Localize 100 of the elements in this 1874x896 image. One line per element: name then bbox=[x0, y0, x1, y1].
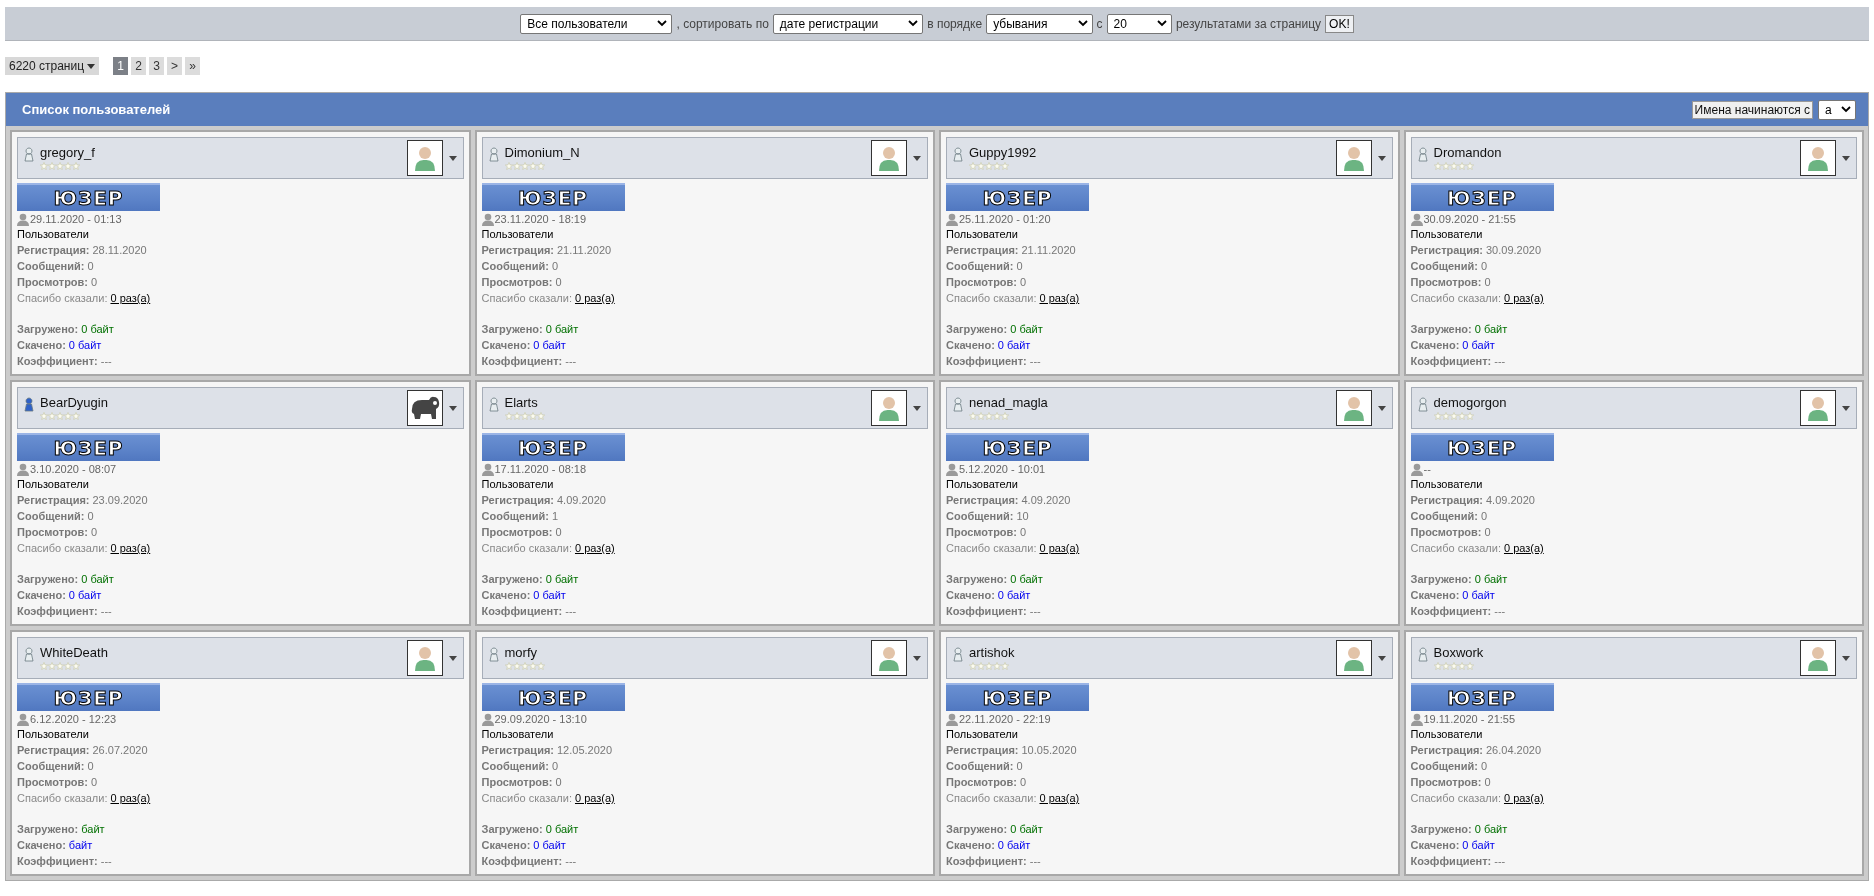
page-link[interactable]: 1 bbox=[113, 57, 129, 75]
caret-icon[interactable] bbox=[1842, 155, 1850, 161]
stat-value: 0 байт bbox=[1462, 839, 1495, 851]
thanks-link[interactable]: 0 раз(а) bbox=[1039, 542, 1080, 555]
stat-label: Сообщений: bbox=[1410, 760, 1478, 773]
caret-icon[interactable] bbox=[448, 655, 457, 661]
dropdown-select[interactable]: убывания bbox=[986, 13, 1093, 34]
stat-label: Просмотров: bbox=[946, 776, 1017, 789]
username-link[interactable]: BearDyugin bbox=[40, 395, 401, 410]
last-visit: -- bbox=[1423, 463, 1431, 476]
stat-label: Загружено: bbox=[1410, 573, 1472, 585]
rank-banner: ЮЗЕР bbox=[1410, 433, 1554, 462]
user-group: Пользователи bbox=[1410, 476, 1483, 493]
pages-dropdown[interactable]: 6220 страниц bbox=[5, 57, 100, 75]
thanks-link[interactable]: 0 раз(а) bbox=[574, 792, 615, 805]
page-link[interactable]: 2 bbox=[131, 57, 147, 75]
stat-label: Коэффициент: bbox=[481, 855, 563, 867]
username-link[interactable]: Dromandon bbox=[1433, 145, 1794, 160]
stat-label: Коэффициент: bbox=[17, 355, 98, 367]
filter-label: , сортировать по bbox=[676, 16, 769, 31]
username-link[interactable]: Guppy1992 bbox=[969, 145, 1330, 160]
caret-icon[interactable] bbox=[1842, 655, 1850, 661]
user-group: Пользователи bbox=[17, 226, 89, 243]
thanks-link[interactable]: 0 раз(а) bbox=[110, 792, 151, 805]
thanks-link[interactable]: 0 раз(а) bbox=[1503, 292, 1544, 305]
thanks-link[interactable]: 0 раз(а) bbox=[1503, 792, 1544, 805]
caret-icon[interactable] bbox=[913, 155, 921, 161]
stat-value: 0 bbox=[91, 776, 98, 789]
last-visit: 19.11.2020 - 21:55 bbox=[1423, 713, 1516, 726]
caret-icon[interactable] bbox=[1377, 405, 1386, 411]
chevron-down-icon bbox=[1841, 106, 1851, 113]
caret-icon[interactable] bbox=[448, 405, 457, 411]
caret-icon[interactable] bbox=[913, 655, 921, 661]
stat-value: 0 bbox=[1484, 776, 1491, 789]
stat-value: 0 байт bbox=[545, 573, 579, 585]
chevron-down-icon bbox=[908, 20, 919, 27]
stat-value: байт bbox=[81, 823, 105, 835]
stat-value: 0 bbox=[1016, 260, 1023, 273]
username-link[interactable]: Boxwork bbox=[1433, 645, 1794, 660]
stat-label: Скачено: bbox=[481, 339, 531, 351]
stat-label: Скачено: bbox=[1410, 589, 1460, 601]
stat-label: Просмотров: bbox=[17, 776, 88, 789]
dropdown-select[interactable]: Все пользователи bbox=[520, 13, 673, 34]
caret-icon[interactable] bbox=[1377, 155, 1386, 161]
username-link[interactable]: Elarts bbox=[504, 395, 865, 410]
stat-label: Скачено: bbox=[946, 589, 995, 601]
stat-label: Сообщений: bbox=[481, 760, 549, 773]
letter-select[interactable]: a bbox=[1818, 99, 1856, 120]
thanks-link[interactable]: 0 раз(а) bbox=[1039, 292, 1080, 305]
submit-button[interactable]: OK! bbox=[1325, 14, 1354, 33]
stat-value: 0 bbox=[1484, 526, 1491, 539]
user-group: Пользователи bbox=[1410, 726, 1483, 743]
dropdown-select[interactable]: дате регистрации bbox=[772, 13, 924, 34]
last-visit: 5.12.2020 - 10:01 bbox=[959, 463, 1046, 476]
stat-label: Регистрация: bbox=[946, 244, 1019, 257]
stat-value: 12.05.2020 bbox=[557, 744, 613, 757]
stat-label: Просмотров: bbox=[946, 276, 1017, 289]
dropdown-select[interactable]: 20 bbox=[1106, 13, 1172, 34]
caret-icon[interactable] bbox=[448, 155, 457, 161]
username-link[interactable]: morfy bbox=[504, 645, 865, 660]
stat-label: Загружено: bbox=[17, 573, 79, 585]
caret-icon[interactable] bbox=[1377, 655, 1386, 661]
stat-value: --- bbox=[1029, 355, 1041, 367]
stat-value: --- bbox=[1494, 355, 1506, 367]
thanks-link[interactable]: 0 раз(а) bbox=[110, 542, 151, 555]
caret-icon[interactable] bbox=[913, 405, 921, 411]
page-link[interactable]: » bbox=[185, 57, 201, 75]
stat-label: Спасибо сказали: bbox=[481, 542, 572, 555]
stat-value: --- bbox=[100, 355, 112, 367]
username-link[interactable]: nenad_magla bbox=[969, 395, 1330, 410]
thanks-link[interactable]: 0 раз(а) bbox=[1039, 792, 1080, 805]
avatar-icon bbox=[878, 645, 900, 672]
stat-label: Сообщений: bbox=[17, 760, 85, 773]
stat-label: Сообщений: bbox=[481, 260, 549, 273]
avatar-icon bbox=[413, 645, 436, 672]
page-link[interactable]: 3 bbox=[149, 57, 165, 75]
user-icon bbox=[1410, 712, 1423, 726]
username-link[interactable]: WhiteDeath bbox=[40, 645, 401, 660]
thanks-link[interactable]: 0 раз(а) bbox=[110, 292, 151, 305]
stat-label: Коэффициент: bbox=[481, 605, 563, 617]
stat-value: 0 bbox=[1020, 276, 1027, 289]
avatar-icon bbox=[1342, 145, 1365, 172]
stat-label: Спасибо сказали: bbox=[946, 792, 1037, 805]
stat-value: 0 байт bbox=[81, 573, 114, 585]
thanks-link[interactable]: 0 раз(а) bbox=[574, 542, 615, 555]
user-icon bbox=[17, 462, 29, 476]
thanks-link[interactable]: 0 раз(а) bbox=[574, 292, 615, 305]
stat-label: Спасибо сказали: bbox=[1410, 292, 1501, 305]
username-link[interactable]: artishok bbox=[969, 645, 1330, 660]
username-link[interactable]: Dimonium_N bbox=[504, 145, 865, 160]
stat-label: Регистрация: bbox=[17, 244, 90, 257]
page-link[interactable]: > bbox=[167, 57, 183, 75]
caret-icon[interactable] bbox=[1842, 405, 1850, 411]
stat-label: Скачено: bbox=[481, 839, 531, 851]
stat-value: 1 bbox=[551, 510, 559, 523]
username-link[interactable]: gregory_f bbox=[40, 145, 401, 160]
thanks-link[interactable]: 0 раз(а) bbox=[1503, 542, 1544, 555]
stat-label: Регистрация: bbox=[481, 244, 554, 257]
last-visit: 3.10.2020 - 08:07 bbox=[30, 463, 117, 476]
username-link[interactable]: demogorgon bbox=[1433, 395, 1794, 410]
